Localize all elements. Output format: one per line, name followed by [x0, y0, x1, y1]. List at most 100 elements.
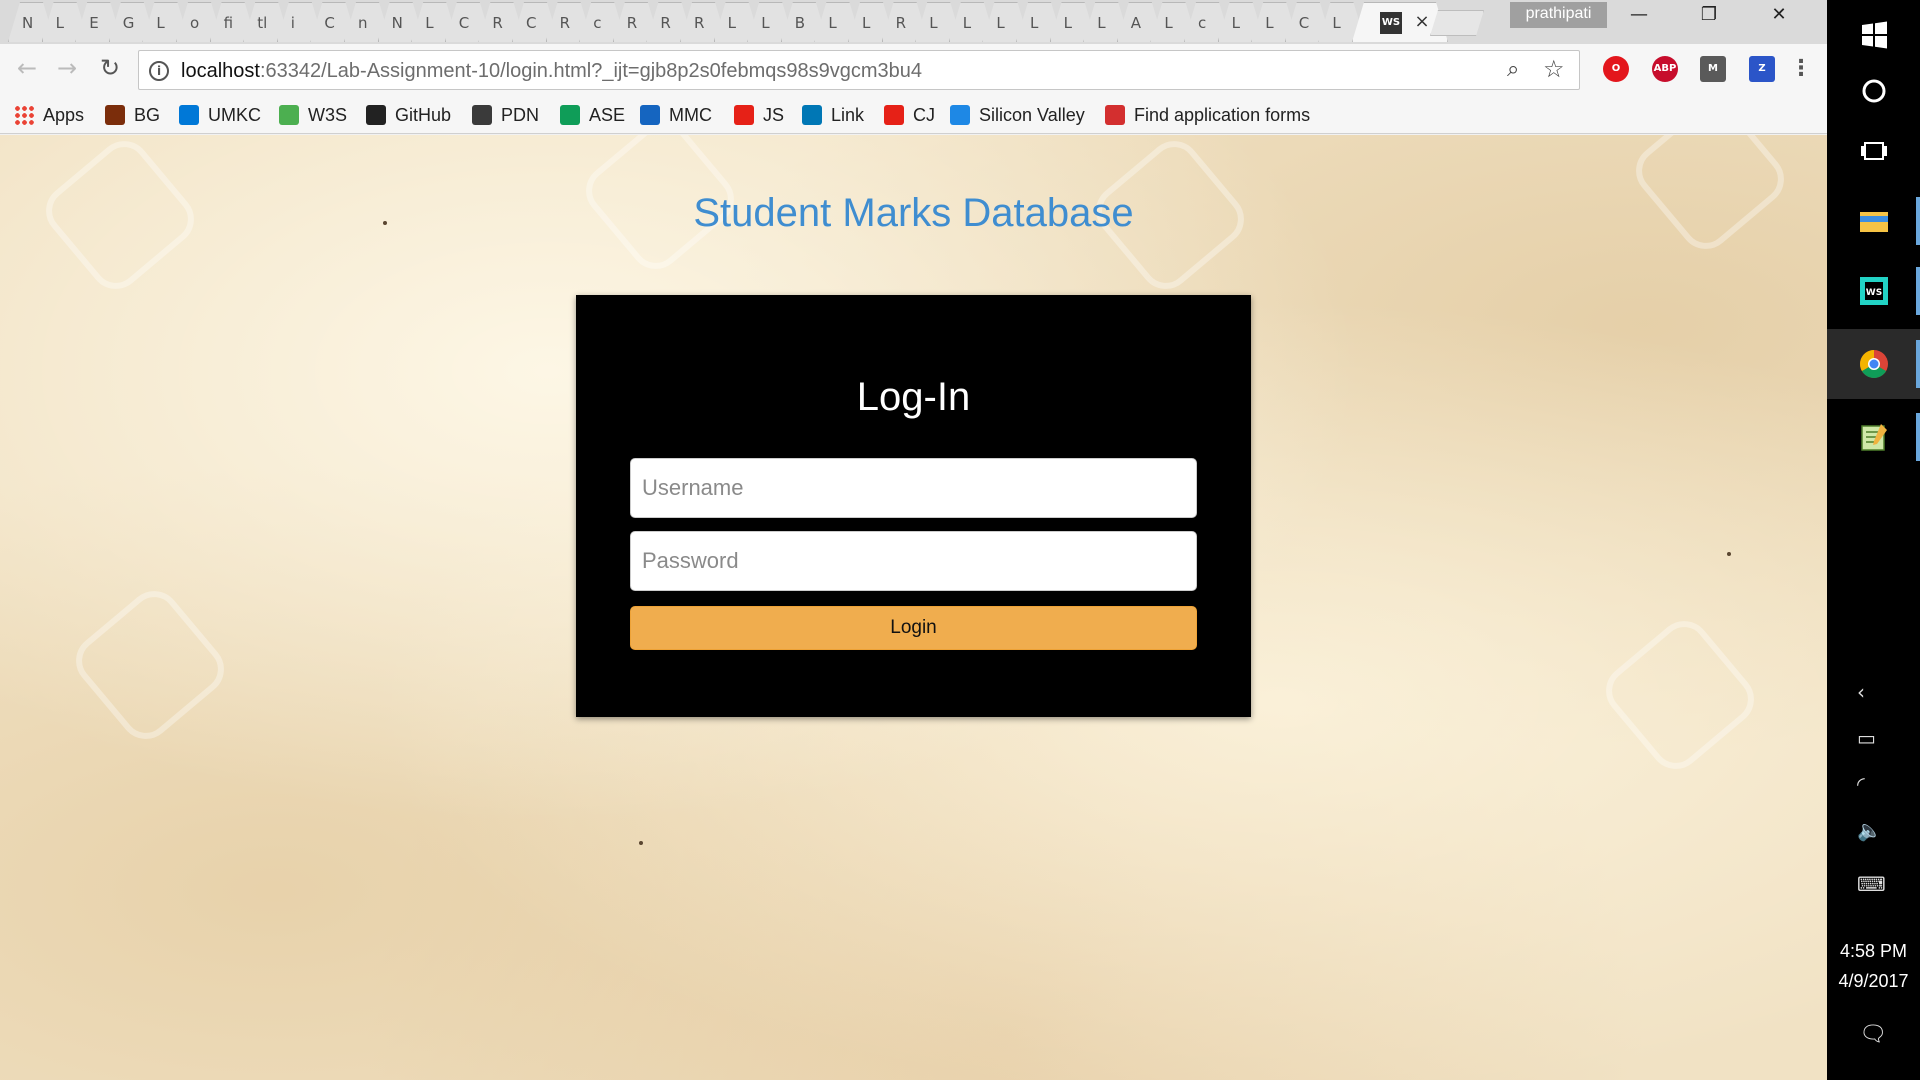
webstorm-icon: WS: [1860, 277, 1888, 305]
tab-label: tl: [257, 14, 268, 32]
close-tab-icon[interactable]: ×: [1410, 10, 1434, 34]
bookmark-js[interactable]: JS: [734, 102, 784, 128]
zoom-icon[interactable]: ⌕: [1507, 57, 1519, 82]
svg-text:WS: WS: [1866, 288, 1882, 298]
bookmark-cj[interactable]: CJ: [884, 102, 935, 128]
reload-button[interactable]: ↻: [95, 54, 125, 84]
tab-label: i: [290, 14, 295, 32]
paper-speck: [639, 841, 643, 845]
task-view-button[interactable]: [1827, 116, 1920, 186]
tab-label: L: [1063, 14, 1072, 32]
bookmark-favicon-icon: [640, 105, 660, 125]
tab-label: c: [1198, 14, 1207, 32]
username-input[interactable]: [630, 458, 1197, 518]
volume-muted-icon[interactable]: 🔈: [1857, 818, 1882, 842]
bookmark-bg[interactable]: BG: [105, 102, 160, 128]
bookmark-w3s[interactable]: W3S: [279, 102, 347, 128]
bookmark-ase[interactable]: ASE: [560, 102, 625, 128]
tab-label: L: [1265, 14, 1274, 32]
chrome-icon: [1860, 350, 1888, 378]
forward-button[interactable]: →: [52, 54, 82, 84]
taskbar-webstorm[interactable]: WS: [1827, 256, 1920, 326]
tab-label: B: [794, 14, 806, 32]
webstorm-tab-icon: WS: [1380, 12, 1402, 34]
tab-label: L: [996, 14, 1005, 32]
new-tab-button[interactable]: [1430, 10, 1484, 36]
tab-label: L: [862, 14, 871, 32]
page-viewport: Student Marks Database Log-In Login: [0, 135, 1827, 1080]
url-text[interactable]: localhost:63342/Lab-Assignment-10/login.…: [181, 60, 922, 83]
tab-label: L: [1332, 14, 1341, 32]
folder-icon: [1860, 212, 1888, 232]
tab-label: R: [492, 14, 503, 32]
notepad-icon: [1861, 424, 1887, 451]
bookmark-label: UMKC: [208, 104, 261, 125]
bookmark-mmc[interactable]: MMC: [640, 102, 712, 128]
apps-grid-icon: [14, 105, 34, 125]
keyboard-icon[interactable]: ⌨: [1857, 872, 1886, 896]
bookmark-label: GitHub: [395, 104, 452, 125]
tab-label: R: [626, 14, 638, 32]
tab-label: R: [559, 14, 571, 32]
bookmark-apps[interactable]: Apps: [14, 102, 84, 128]
clock-time[interactable]: 4:58 PM: [1827, 941, 1920, 962]
password-input[interactable]: [630, 531, 1197, 591]
taskbar-notepad[interactable]: [1827, 402, 1920, 472]
login-heading: Log-In: [856, 375, 971, 419]
url-path: :63342/Lab-Assignment-10/login.html?_ijt…: [259, 60, 923, 82]
login-form: Log-In Login: [576, 295, 1251, 717]
tab-label: L: [1164, 14, 1173, 32]
tab-label: L: [1231, 14, 1240, 32]
bookmark-label: BG: [134, 104, 161, 125]
taskbar-chrome[interactable]: [1827, 329, 1920, 399]
task-view-icon: [1861, 142, 1887, 160]
menu-icon[interactable]: ⋮: [1790, 52, 1812, 86]
bookmark-favicon-icon: [105, 105, 125, 125]
back-button[interactable]: ←: [12, 54, 42, 84]
tab-strip: N L E G Lo fi tl i Cn N L C R C Rc R R R L L B L L R L L L L L L A Lc L L…: [0, 0, 1827, 44]
minimize-button[interactable]: —: [1616, 4, 1662, 38]
info-icon[interactable]: i: [149, 61, 169, 81]
bookmark-link[interactable]: Link: [802, 102, 864, 128]
tab-label: G: [122, 14, 135, 32]
tab-label: L: [828, 14, 837, 32]
taskbar-file-explorer[interactable]: [1827, 186, 1920, 256]
tab-label: c: [593, 14, 602, 32]
adblock-plus-icon[interactable]: ABP: [1652, 56, 1678, 82]
close-window-button[interactable]: ✕: [1756, 4, 1802, 38]
bookmark-github[interactable]: GitHub: [366, 102, 451, 128]
bookmark-pdn[interactable]: PDN: [472, 102, 539, 128]
profile-button[interactable]: prathipati: [1510, 2, 1607, 28]
tab-label: E: [89, 14, 99, 32]
bookmark-umkc[interactable]: UMKC: [179, 102, 261, 128]
login-button[interactable]: Login: [630, 606, 1197, 650]
tab-label: L: [425, 14, 434, 32]
extension-z-icon[interactable]: Z: [1749, 56, 1775, 82]
bookmark-favicon-icon: [366, 105, 386, 125]
extension-m-icon[interactable]: M: [1700, 56, 1726, 82]
running-indicator: [1916, 413, 1920, 461]
bookmark-label: Silicon Valley: [979, 104, 1085, 125]
bookmark-favicon-icon: [179, 105, 199, 125]
wifi-icon[interactable]: ◜: [1857, 772, 1865, 796]
tab-label: R: [660, 14, 671, 32]
chevron-left-icon[interactable]: ‹: [1857, 680, 1865, 704]
bookmark-find-application-forms[interactable]: Find application forms: [1105, 102, 1310, 128]
cortana-circle-icon: [1862, 79, 1886, 103]
tab-label: n: [358, 14, 368, 32]
tab-label: o: [190, 14, 200, 32]
bookmark-silicon-valley[interactable]: Silicon Valley: [950, 102, 1085, 128]
notification-center-icon[interactable]: 🗨: [1859, 1022, 1887, 1047]
restore-button[interactable]: ❐: [1686, 4, 1732, 38]
tab-label: N: [22, 14, 34, 32]
opera-extension-icon[interactable]: O: [1603, 56, 1629, 82]
bookmark-favicon-icon: [472, 105, 492, 125]
clock-date[interactable]: 4/9/2017: [1827, 971, 1920, 992]
battery-icon[interactable]: ▭: [1857, 726, 1876, 750]
bookmark-label: JS: [763, 104, 785, 125]
bookmark-star-icon[interactable]: ☆: [1543, 55, 1565, 83]
tab-label: L: [962, 14, 972, 32]
windows-logo-icon: [1862, 21, 1887, 49]
active-tab[interactable]: WS ×: [1352, 2, 1448, 42]
address-bar[interactable]: i localhost:63342/Lab-Assignment-10/logi…: [138, 50, 1580, 90]
